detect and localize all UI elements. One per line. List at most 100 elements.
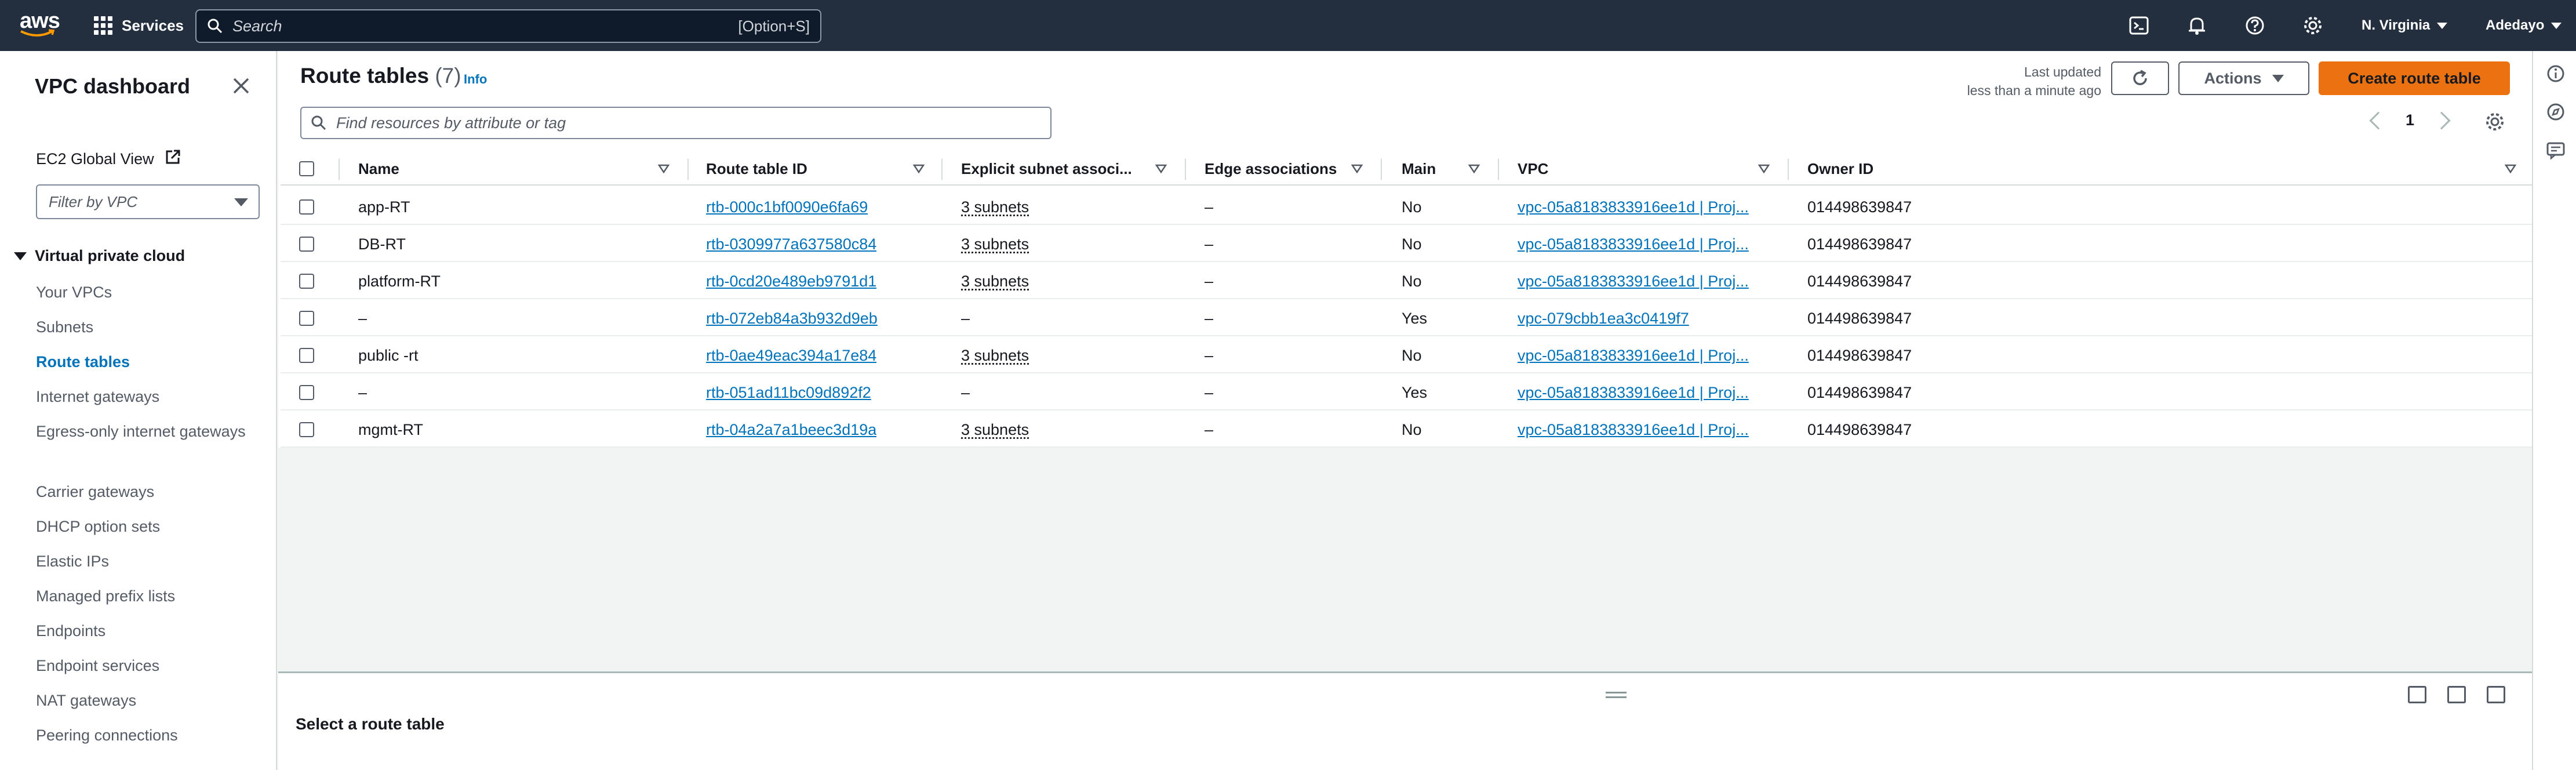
ec2-global-view-link[interactable]: EC2 Global View (36, 148, 181, 168)
cell-subnet-associations[interactable]: 3 subnets (961, 198, 1029, 216)
resource-filter-input[interactable]: Find resources by attribute or tag (300, 107, 1051, 139)
next-page-icon[interactable] (2432, 111, 2451, 130)
sidebar-item-peering-connections[interactable]: Peering connections (36, 722, 256, 748)
column-header-vpc[interactable]: VPC (1518, 160, 1548, 178)
table-preferences-gear-icon[interactable] (2484, 111, 2505, 132)
table-row[interactable]: platform-RT rtb-0cd20e489eb9791d1 3 subn… (281, 262, 2532, 299)
sort-icon[interactable] (657, 162, 670, 175)
section-label: Virtual private cloud (35, 247, 185, 264)
close-icon[interactable] (231, 75, 252, 96)
cell-subnet-associations[interactable]: 3 subnets (961, 235, 1029, 253)
settings-gear-icon[interactable] (2302, 15, 2323, 36)
cell-route-table-id-link[interactable]: rtb-0ae49eac394a17e84 (706, 347, 876, 365)
cell-owner-id: 014498639847 (1807, 273, 1912, 290)
cell-route-table-id-link[interactable]: rtb-0cd20e489eb9791d1 (706, 273, 876, 290)
sidebar-item-managed-prefix-lists[interactable]: Managed prefix lists (36, 583, 256, 609)
row-checkbox[interactable] (299, 311, 314, 326)
cell-route-table-id-link[interactable]: rtb-0309977a637580c84 (706, 235, 876, 253)
column-header-route-table-id[interactable]: Route table ID (706, 160, 807, 178)
section-virtual-private-cloud[interactable]: Virtual private cloud (14, 247, 185, 265)
region-selector[interactable]: N. Virginia (2362, 17, 2448, 34)
current-page[interactable]: 1 (2406, 111, 2414, 129)
actions-dropdown-button[interactable]: Actions (2178, 61, 2309, 95)
cell-route-table-id-link[interactable]: rtb-072eb84a3b932d9eb (706, 310, 878, 328)
column-header-name[interactable]: Name (358, 160, 399, 178)
cell-subnet-associations[interactable]: 3 subnets (961, 273, 1029, 290)
info-link[interactable]: Info (464, 72, 487, 87)
sidebar-title[interactable]: VPC dashboard (35, 74, 190, 99)
sidebar-item-subnets[interactable]: Subnets (36, 314, 256, 340)
create-route-table-button[interactable]: Create route table (2319, 61, 2510, 95)
cell-subnet-associations[interactable]: 3 subnets (961, 347, 1029, 365)
sort-icon[interactable] (1468, 162, 1480, 175)
compass-icon[interactable] (2546, 102, 2566, 122)
sidebar-item-elastic-ips[interactable]: Elastic IPs (36, 549, 256, 574)
row-checkbox[interactable] (299, 348, 314, 363)
sidebar-item-dhcp-option-sets[interactable]: DHCP option sets (36, 514, 256, 539)
cell-vpc-link[interactable]: vpc-05a8183833916ee1d | Proj... (1518, 421, 1774, 439)
refresh-button[interactable] (2111, 61, 2169, 95)
cell-vpc-link[interactable]: vpc-05a8183833916ee1d | Proj... (1518, 198, 1774, 216)
info-icon[interactable] (2546, 64, 2566, 83)
table-row[interactable]: DB-RT rtb-0309977a637580c84 3 subnets – … (281, 225, 2532, 262)
cell-vpc-link[interactable]: vpc-05a8183833916ee1d | Proj... (1518, 384, 1774, 402)
table-row[interactable]: – rtb-051ad11bc09d892f2 – – Yes vpc-05a8… (281, 373, 2532, 411)
cell-vpc-link[interactable]: vpc-079cbb1ea3c0419f7 (1518, 310, 1774, 328)
cell-vpc-link[interactable]: vpc-05a8183833916ee1d | Proj... (1518, 273, 1774, 290)
sidebar-item-route-tables[interactable]: Route tables (36, 349, 256, 375)
help-icon[interactable] (2244, 15, 2265, 36)
row-checkbox[interactable] (299, 274, 314, 289)
split-panel-bottom-icon[interactable] (2408, 686, 2426, 703)
cell-name: DB-RT (358, 235, 406, 253)
table-row[interactable]: app-RT rtb-000c1bf0090e6fa69 3 subnets –… (281, 188, 2532, 225)
feedback-icon[interactable] (2546, 140, 2566, 160)
cell-route-table-id-link[interactable]: rtb-051ad11bc09d892f2 (706, 384, 871, 402)
caret-down-icon (234, 198, 248, 206)
sort-icon[interactable] (1758, 162, 1770, 175)
cell-vpc-link[interactable]: vpc-05a8183833916ee1d | Proj... (1518, 235, 1774, 253)
sidebar-item-nat-gateways[interactable]: NAT gateways (36, 688, 256, 713)
cell-name: platform-RT (358, 273, 441, 290)
sort-icon[interactable] (1351, 162, 1363, 175)
split-panel-side-icon[interactable] (2447, 686, 2466, 703)
sidebar-item-internet-gateways[interactable]: Internet gateways (36, 384, 256, 409)
sidebar-item-your-vpcs[interactable]: Your VPCs (36, 279, 256, 305)
filter-by-vpc-select[interactable]: Filter by VPC (36, 184, 260, 219)
cell-vpc-link[interactable]: vpc-05a8183833916ee1d | Proj... (1518, 347, 1774, 365)
cell-edge-associations: – (1205, 198, 1214, 216)
split-panel-full-icon[interactable] (2487, 686, 2505, 703)
table-row[interactable]: public -rt rtb-0ae49eac394a17e84 3 subne… (281, 336, 2532, 373)
account-menu[interactable]: Adedayo (2486, 17, 2562, 34)
column-header-main[interactable]: Main (1402, 160, 1436, 178)
sort-icon[interactable] (1155, 162, 1167, 175)
sidebar-item-endpoints[interactable]: Endpoints (36, 618, 256, 644)
column-header-owner-id[interactable]: Owner ID (1807, 160, 1873, 178)
sidebar-item-endpoint-services[interactable]: Endpoint services (36, 653, 256, 678)
row-checkbox[interactable] (299, 422, 314, 437)
sidebar-item-carrier-gateways[interactable]: Carrier gateways (36, 479, 256, 504)
table-row[interactable]: mgmt-RT rtb-04a2a7a1beec3d19a 3 subnets … (281, 411, 2532, 448)
column-header-edge-associations[interactable]: Edge associations (1205, 160, 1337, 178)
cell-route-table-id-link[interactable]: rtb-000c1bf0090e6fa69 (706, 198, 868, 216)
global-search-input[interactable]: Search [Option+S] (195, 9, 821, 43)
table-row[interactable]: – rtb-072eb84a3b932d9eb – – Yes vpc-079c… (281, 299, 2532, 336)
cloudshell-icon[interactable] (2129, 15, 2149, 36)
cell-owner-id: 014498639847 (1807, 384, 1912, 401)
sidebar-item-egress-only-internet-gateways[interactable]: Egress-only internet gateways (36, 419, 256, 444)
split-panel-resize-handle[interactable] (1606, 692, 1627, 701)
ec2-global-view-label: EC2 Global View (36, 150, 154, 168)
column-header-explicit-subnet-associations[interactable]: Explicit subnet associ... (961, 160, 1132, 178)
cell-route-table-id-link[interactable]: rtb-04a2a7a1beec3d19a (706, 421, 876, 439)
previous-page-icon[interactable] (2369, 111, 2388, 130)
select-all-checkbox[interactable] (299, 161, 314, 176)
sort-icon[interactable] (912, 162, 925, 175)
cell-subnet-associations[interactable]: 3 subnets (961, 421, 1029, 439)
row-checkbox[interactable] (299, 385, 314, 400)
services-menu-button[interactable]: Services (94, 13, 184, 38)
row-checkbox[interactable] (299, 199, 314, 215)
notifications-bell-icon[interactable] (2186, 15, 2207, 36)
row-checkbox[interactable] (299, 237, 314, 252)
sort-icon[interactable] (2504, 162, 2517, 175)
aws-logo[interactable]: aws (20, 10, 60, 39)
cell-main: Yes (1402, 310, 1428, 327)
